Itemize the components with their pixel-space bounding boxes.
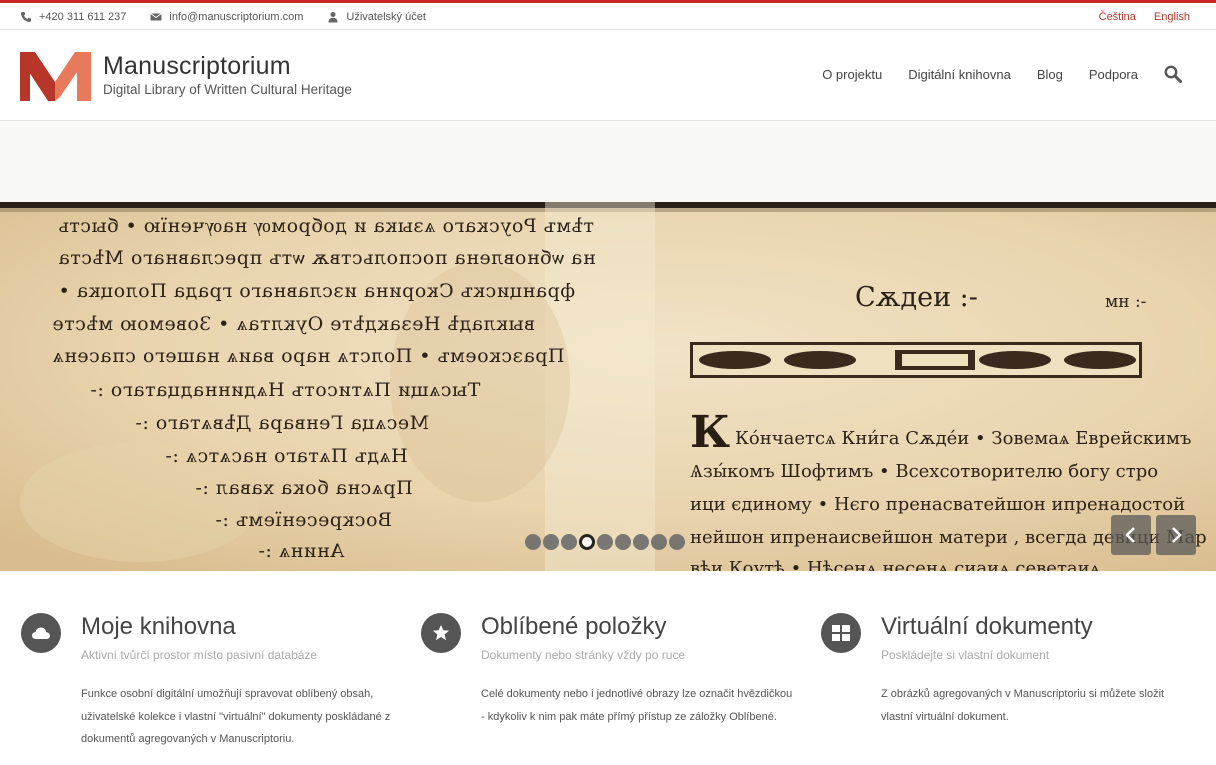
grid-icon xyxy=(832,625,850,641)
manuscript-line: ици єдиному • Нєго пренасватейшон ипрена… xyxy=(690,494,1186,515)
feature-title: Oblíbené položky xyxy=(481,613,667,640)
chevron-left-icon xyxy=(1125,527,1135,543)
feature-subtitle: Aktivní tvůrčí prostor místo pasivní dat… xyxy=(81,648,318,662)
nav-blog[interactable]: Blog xyxy=(1037,67,1063,82)
feature-description: Funkce osobní digitální umožňují spravov… xyxy=(81,688,391,745)
slider-dot[interactable] xyxy=(525,534,541,550)
feature-description: Celé dokumenty nebo i jednotlivé obrazy … xyxy=(481,688,793,723)
user-account-label: Uživatelský účet xyxy=(346,11,426,23)
manuscript-line: Воскресенїемъ :- xyxy=(215,509,392,531)
slider-pagination xyxy=(525,534,685,550)
manuscript-line: тѣмъ Роускаго ѧзыка и добромѹ наѹченїю •… xyxy=(58,215,595,237)
features-section: Moje knihovna Aktivní tvůrčí prostor mís… xyxy=(0,571,1216,765)
slider-dot[interactable] xyxy=(561,534,577,550)
feature-subtitle: Dokumenty nebo stránky vždy po ruce xyxy=(481,648,686,662)
manuscript-line: Ѧзы́комъ Шофтимъ • Всехсотворителю богу … xyxy=(690,461,1159,482)
nav-about[interactable]: O projektu xyxy=(822,67,882,82)
logo-title: Manuscriptorium xyxy=(103,52,291,80)
manuscript-line: вѣи Коутѣ • Нѣсенѧ несенѧ сиаиѧ севетаиѧ xyxy=(690,558,1101,571)
cloud-icon xyxy=(32,627,50,639)
manuscript-line: Ко́нчаетсѧ Кни́га Сѫде́и • Зовемаѧ Еврей… xyxy=(735,428,1192,449)
language-english[interactable]: English xyxy=(1154,11,1190,23)
user-account-link[interactable]: Uživatelský účet xyxy=(327,11,426,23)
manuscriptorium-logo-icon xyxy=(20,52,91,101)
feature-description: Z obrázků agregovaných v Manuscriptoriu … xyxy=(881,688,1165,723)
manuscript-line: Месѧца Генвара Дѣвѧтаго :- xyxy=(135,412,430,434)
manuscript-line: Празскоемъ • Полстѧ наро ваиѧ нашего спа… xyxy=(52,345,565,367)
manuscript-line: на ѡбновлена поспольствѫ ѡтъ преславнаго… xyxy=(58,247,596,269)
manuscript-heading: Сѫдеи :- xyxy=(855,282,978,313)
search-icon[interactable] xyxy=(1164,65,1182,83)
phone-icon xyxy=(21,12,31,22)
top-bar: +420 311 611 237 info@manuscriptorium.co… xyxy=(0,0,1216,30)
user-icon xyxy=(328,12,338,23)
nav-digital-library[interactable]: Digitální knihovna xyxy=(908,67,1011,82)
language-czech[interactable]: Čeština xyxy=(1099,11,1136,23)
manuscript-line: выкладѣ Незакдѣте Оуклтаѧ • Зовемою мѣст… xyxy=(52,313,535,335)
slider-dot[interactable] xyxy=(543,534,559,550)
feature-title: Moje knihovna xyxy=(81,613,236,640)
phone-contact[interactable]: +420 311 611 237 xyxy=(20,11,126,23)
main-nav: O projektu Digitální knihovna Blog Podpo… xyxy=(822,65,1182,83)
site-header: Manuscriptorium Digital Library of Writt… xyxy=(0,30,1216,121)
manuscript-page-mark: мн :- xyxy=(1105,292,1147,312)
slider-prev-button[interactable] xyxy=(1111,515,1151,555)
image-slider[interactable]: К тѣмъ Роускаго ѧзыка и добромѹ наѹченїю… xyxy=(0,202,1216,571)
envelope-icon xyxy=(150,13,163,21)
star-icon xyxy=(432,624,450,641)
slider-next-button[interactable] xyxy=(1156,515,1196,555)
slider-dot[interactable] xyxy=(669,534,685,550)
slider-dot[interactable] xyxy=(633,534,649,550)
email-contact[interactable]: info@manuscriptorium.com xyxy=(150,11,303,23)
logo-subtitle: Digital Library of Written Cultural Heri… xyxy=(103,82,352,97)
slider-dot[interactable] xyxy=(579,534,595,550)
feature-icon-circle xyxy=(421,613,461,653)
feature-subtitle: Poskládejte si vlastní dokument xyxy=(881,648,1050,662)
chevron-right-icon xyxy=(1172,527,1182,543)
manuscript-line: францискъ Скорина изславнаго града Полоц… xyxy=(58,280,576,302)
slider-dot[interactable] xyxy=(615,534,631,550)
feature-icon-circle xyxy=(21,613,61,653)
manuscript-line: Нѧдъ Пѧтаго насѧтсѧ :- xyxy=(165,445,408,467)
site-logo[interactable]: Manuscriptorium Digital Library of Writt… xyxy=(20,52,352,101)
manuscript-line: Тысѧщи Пѧтисотъ Нѧдиннадцатаго :- xyxy=(90,379,481,401)
manuscript-line: Анинѧ :- xyxy=(258,540,345,562)
nav-support[interactable]: Podpora xyxy=(1089,67,1138,82)
slider-dot[interactable] xyxy=(597,534,613,550)
svg-text:К: К xyxy=(690,407,730,458)
manuscript-line: Прѧсна бока хавал :- xyxy=(195,477,413,499)
slider-dot[interactable] xyxy=(651,534,667,550)
header-band xyxy=(0,121,1216,202)
feature-title: Virtuální dokumenty xyxy=(881,613,1093,640)
email-address: info@manuscriptorium.com xyxy=(169,11,304,23)
phone-number: +420 311 611 237 xyxy=(39,11,127,23)
feature-icon-circle xyxy=(821,613,861,653)
